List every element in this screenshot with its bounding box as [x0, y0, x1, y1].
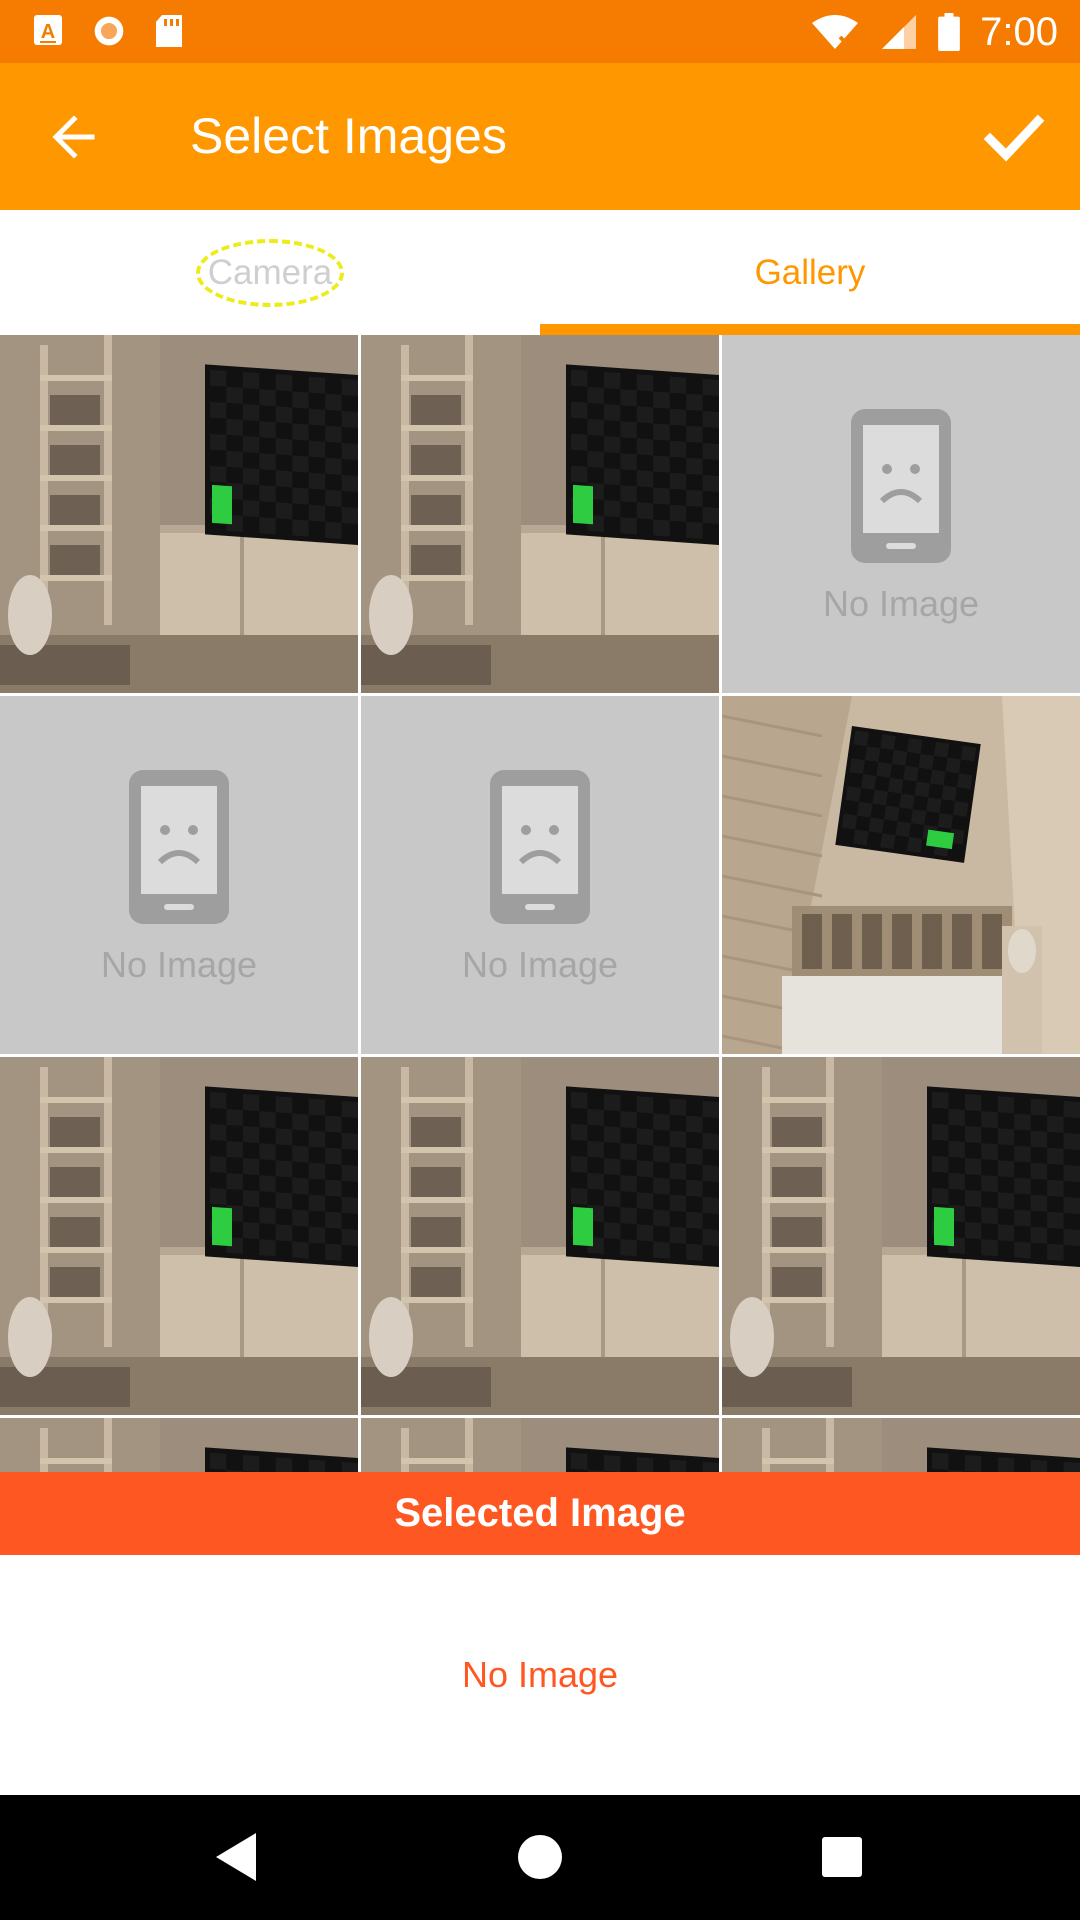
wifi-off-icon — [812, 15, 859, 49]
gallery-item-photo[interactable] — [722, 1418, 1080, 1472]
photo-thumbnail — [0, 335, 358, 693]
photo-thumbnail — [722, 1057, 1080, 1415]
tab-gallery-label: Gallery — [754, 252, 866, 292]
gallery-item-photo[interactable] — [361, 1057, 719, 1415]
tab-bar: Camera Gallery — [0, 210, 1080, 335]
clock: 7:00 — [980, 10, 1058, 54]
no-image-label: No Image — [822, 583, 980, 624]
sad-phone-icon — [490, 770, 590, 924]
arrow-left-icon[interactable] — [44, 107, 104, 167]
a-letter-icon: A — [34, 15, 62, 45]
status-right-icons: 7:00 — [810, 8, 1058, 56]
gallery-item-photo[interactable] — [361, 1418, 719, 1472]
no-image-label: No Image — [461, 944, 619, 985]
tab-camera-label: Camera — [195, 238, 345, 307]
back-triangle-icon[interactable] — [206, 1825, 270, 1889]
no-image-label: No Image — [100, 944, 258, 985]
gallery-item-photo[interactable] — [722, 696, 1080, 1054]
photo-thumbnail — [722, 696, 1080, 1054]
status-bar: A 7:00 — [0, 0, 1080, 63]
tab-indicator — [540, 324, 1080, 335]
check-icon[interactable] — [982, 105, 1046, 169]
photo-thumbnail — [722, 1418, 1080, 1472]
signal-icon — [882, 15, 917, 49]
selected-image-area: No Image — [0, 1555, 1080, 1795]
gallery-item-photo[interactable] — [0, 1418, 358, 1472]
sd-card-icon — [156, 15, 182, 47]
svg-text:A: A — [41, 21, 55, 43]
recents-square-icon[interactable] — [810, 1825, 874, 1889]
photo-thumbnail — [361, 335, 719, 693]
page-title: Select Images — [190, 108, 507, 164]
tab-gallery[interactable]: Gallery — [540, 210, 1080, 335]
battery-icon — [938, 13, 960, 51]
gallery-item-photo[interactable] — [722, 1057, 1080, 1415]
photo-thumbnail — [361, 1418, 719, 1472]
gallery-grid[interactable]: No Image No Image No Image — [0, 335, 1080, 1472]
gallery-item-no-image[interactable]: No Image — [0, 696, 358, 1054]
gallery-item-photo[interactable] — [0, 335, 358, 693]
status-left-icons: A — [32, 12, 186, 50]
photo-thumbnail — [361, 1057, 719, 1415]
circle-target-icon — [94, 16, 124, 46]
gallery-item-no-image[interactable]: No Image — [361, 696, 719, 1054]
photo-thumbnail — [0, 1418, 358, 1472]
selected-image-empty-text: No Image — [461, 1654, 619, 1695]
gallery-item-photo[interactable] — [0, 1057, 358, 1415]
selected-image-header: Selected Image — [0, 1472, 1080, 1555]
navigation-bar — [0, 1795, 1080, 1920]
home-circle-icon[interactable] — [508, 1825, 572, 1889]
tab-camera[interactable]: Camera — [0, 210, 540, 335]
sad-phone-icon — [851, 409, 951, 563]
sad-phone-icon — [129, 770, 229, 924]
gallery-item-no-image[interactable]: No Image — [722, 335, 1080, 693]
photo-thumbnail — [0, 1057, 358, 1415]
gallery-item-photo[interactable] — [361, 335, 719, 693]
app-bar: Select Images — [0, 63, 1080, 210]
